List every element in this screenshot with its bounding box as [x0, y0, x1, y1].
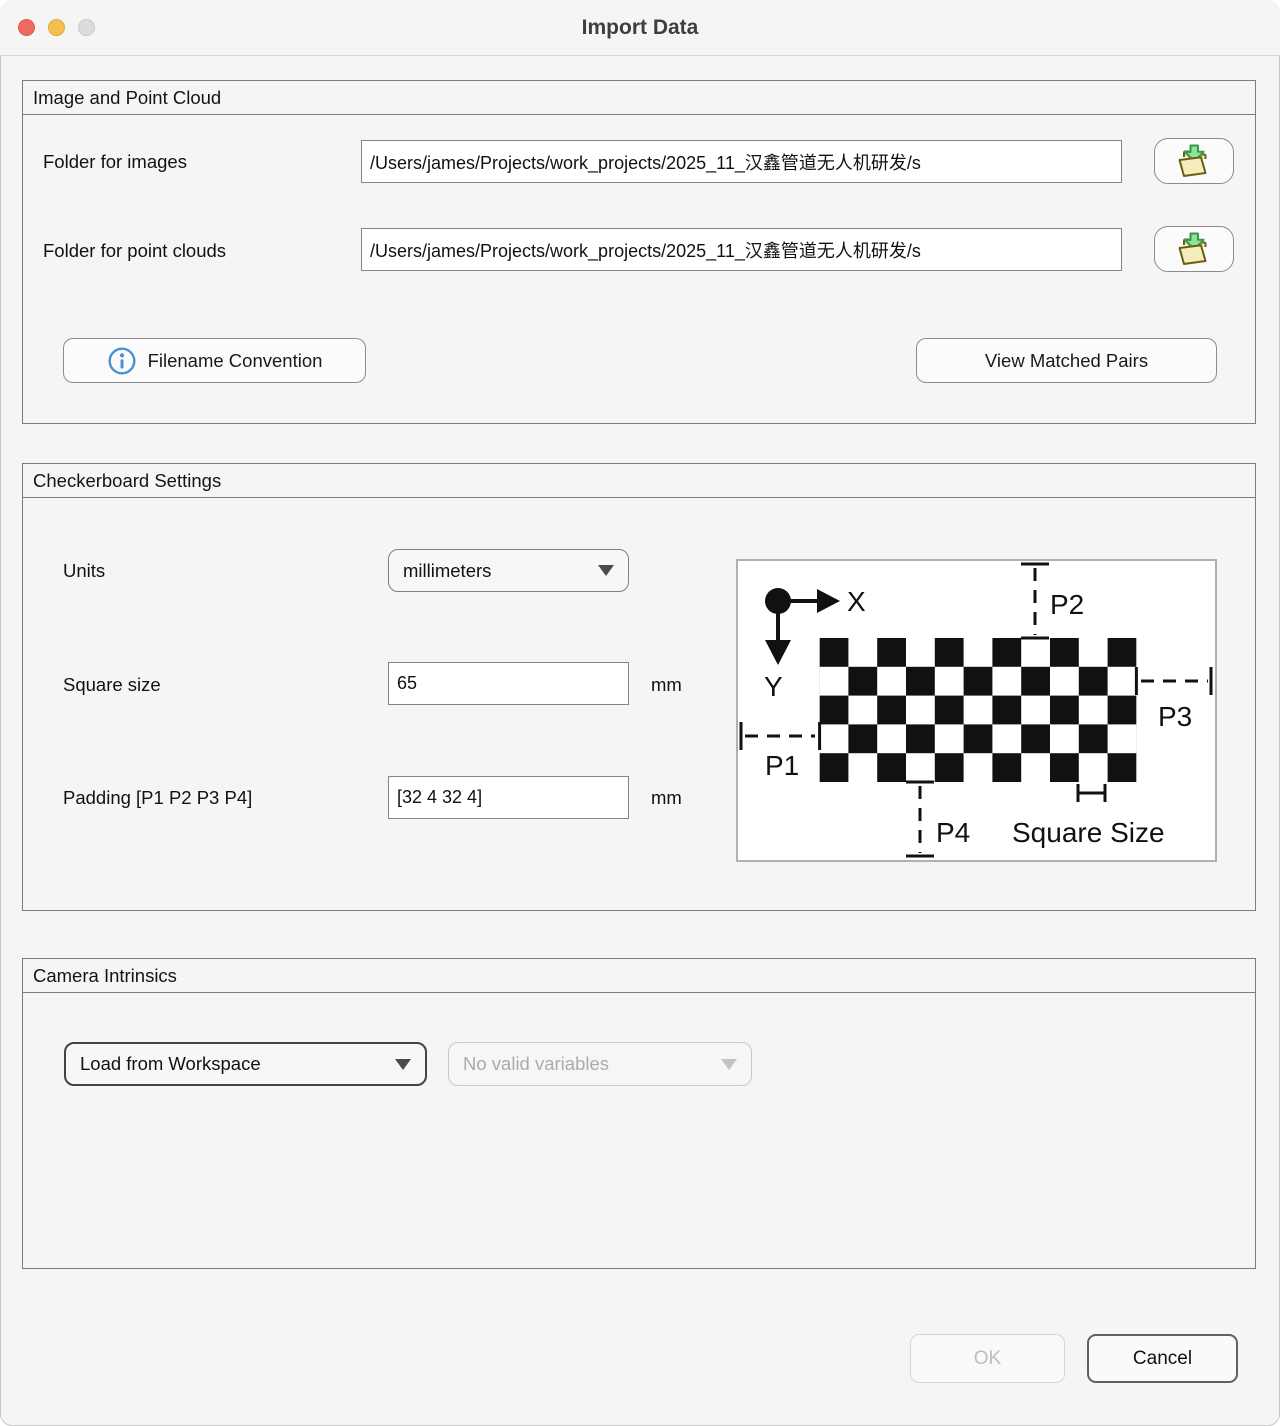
filename-convention-button[interactable]: Filename Convention [63, 338, 366, 383]
view-matched-pairs-button[interactable]: View Matched Pairs [916, 338, 1217, 383]
p2-label: P2 [1050, 589, 1084, 620]
square-size-bracket [1078, 784, 1105, 802]
intrinsics-source-dropdown[interactable]: Load from Workspace [64, 1042, 427, 1086]
checkerboard-settings-group: Checkerboard Settings Units millimeters … [22, 463, 1256, 911]
square-size-diagram-label: Square Size [1012, 817, 1165, 848]
ok-button: OK [910, 1334, 1065, 1383]
padding-label: Padding [P1 P2 P3 P4] [63, 785, 252, 811]
units-selected-value: millimeters [403, 560, 491, 582]
axis-y-label: Y [764, 671, 783, 702]
padding-unit: mm [651, 785, 682, 811]
image-point-cloud-group: Image and Point Cloud Folder for images … [22, 80, 1256, 424]
window-title: Import Data [0, 0, 1280, 55]
p4-measure [906, 782, 934, 856]
p1-label: P1 [765, 750, 799, 781]
p3-measure [1136, 667, 1211, 695]
folder-for-point-clouds-label: Folder for point clouds [43, 238, 226, 264]
close-window-icon[interactable] [18, 19, 35, 36]
axis-x-label: X [847, 586, 866, 617]
checkerboard-diagram: X Y P2 P3 [736, 559, 1217, 862]
image-point-cloud-header: Image and Point Cloud [23, 81, 1255, 115]
units-label: Units [63, 558, 105, 584]
padding-input[interactable] [388, 776, 629, 819]
chevron-down-icon [721, 1059, 737, 1070]
traffic-lights [18, 19, 95, 36]
folder-for-images-input[interactable] [361, 140, 1122, 183]
ok-button-label: OK [974, 1348, 1001, 1370]
square-size-label: Square size [63, 672, 161, 698]
square-size-input[interactable] [388, 662, 629, 705]
checkerboard-pattern [820, 638, 1137, 782]
import-data-dialog: Import Data Image and Point Cloud Folder… [0, 0, 1280, 1426]
camera-intrinsics-group: Camera Intrinsics Load from Workspace No… [22, 958, 1256, 1269]
open-folder-icon [1173, 230, 1215, 268]
titlebar[interactable]: Import Data [0, 0, 1280, 56]
folder-for-images-label: Folder for images [43, 149, 187, 175]
minimize-window-icon[interactable] [48, 19, 65, 36]
p1-measure [741, 722, 820, 750]
units-dropdown[interactable]: millimeters [388, 549, 629, 592]
view-matched-pairs-label: View Matched Pairs [985, 350, 1148, 372]
square-size-unit: mm [651, 672, 682, 698]
browse-point-clouds-button[interactable] [1154, 226, 1234, 272]
zoom-window-icon [78, 19, 95, 36]
checkerboard-settings-header: Checkerboard Settings [23, 464, 1255, 498]
open-folder-icon [1173, 142, 1215, 180]
intrinsics-variables-dropdown: No valid variables [448, 1042, 752, 1086]
browse-images-button[interactable] [1154, 138, 1234, 184]
camera-intrinsics-header: Camera Intrinsics [23, 959, 1255, 993]
intrinsics-variables-selected-value: No valid variables [463, 1053, 609, 1075]
intrinsics-source-selected-value: Load from Workspace [80, 1053, 261, 1075]
cancel-button-label: Cancel [1133, 1348, 1192, 1370]
filename-convention-label: Filename Convention [148, 350, 323, 372]
info-icon [107, 346, 137, 376]
p4-label: P4 [936, 817, 970, 848]
checkerboard-diagram-svg: X Y P2 P3 [738, 561, 1215, 860]
p2-measure [1021, 564, 1049, 638]
cancel-button[interactable]: Cancel [1087, 1334, 1238, 1383]
chevron-down-icon [598, 565, 614, 576]
p3-label: P3 [1158, 701, 1192, 732]
chevron-down-icon [395, 1059, 411, 1070]
folder-for-point-clouds-input[interactable] [361, 228, 1122, 271]
